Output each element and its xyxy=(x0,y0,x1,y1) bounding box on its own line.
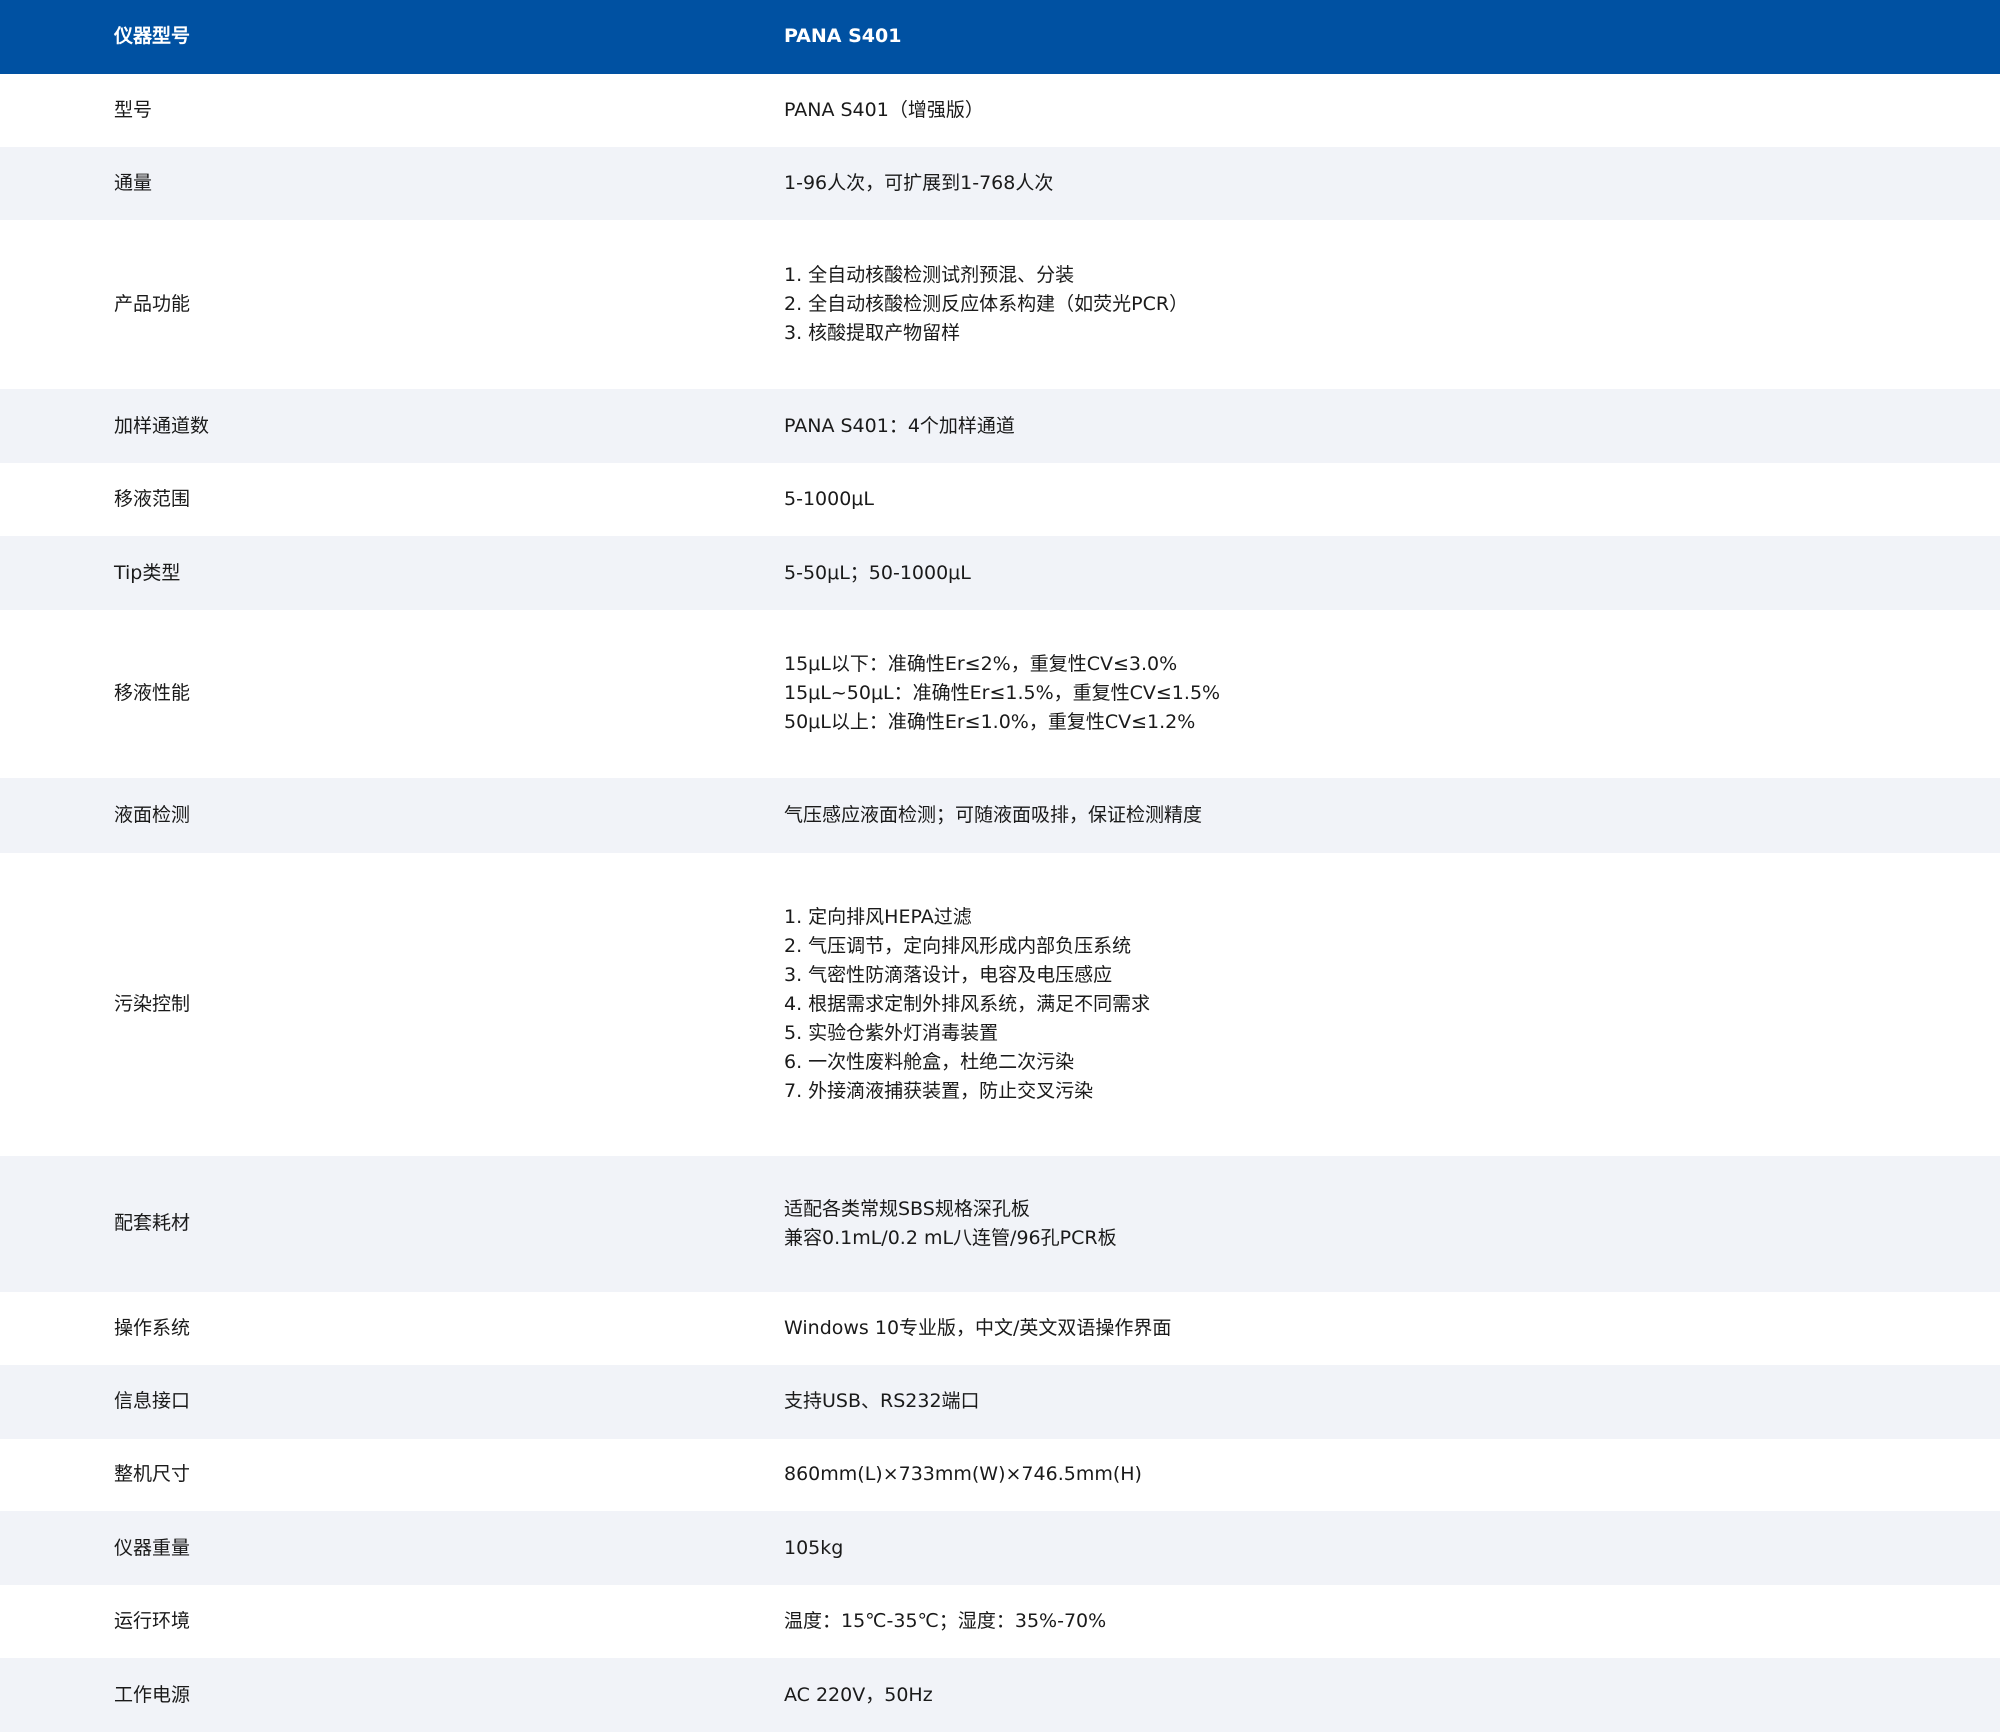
spec-row-channels: 加样通道数 PANA S401：4个加样通道 xyxy=(0,389,2000,464)
spec-value-line: 兼容0.1mL/0.2 mL八连管/96孔PCR板 xyxy=(784,1226,1117,1249)
spec-label: 产品功能 xyxy=(114,292,191,315)
spec-value: 1. 定向排风HEPA过滤 2. 气压调节，定向排风形成内部负压系统 3. 气密… xyxy=(670,903,2000,1106)
spec-value: AC 220V，50Hz xyxy=(670,1681,2000,1710)
spec-label: 整机尺寸 xyxy=(114,1463,191,1486)
spec-label: 仪器重量 xyxy=(114,1536,191,1559)
spec-value: 1. 全自动核酸检测试剂预混、分装 2. 全自动核酸检测反应体系构建（如荧光PC… xyxy=(670,261,2000,348)
table-header-row: 仪器型号 PANA S401 xyxy=(0,0,2000,74)
spec-row-environment: 运行环境 温度：15℃-35℃；湿度：35%-70% xyxy=(0,1585,2000,1659)
spec-value: 适配各类常规SBS规格深孔板 兼容0.1mL/0.2 mL八连管/96孔PCR板 xyxy=(670,1195,2000,1253)
spec-label: 运行环境 xyxy=(114,1610,191,1633)
spec-value: 860mm(L)×733mm(W)×746.5mm(H) xyxy=(670,1460,2000,1489)
spec-value-line: Windows 10专业版，中文/英文双语操作界面 xyxy=(784,1316,1172,1339)
spec-value-line: 1. 定向排风HEPA过滤 xyxy=(784,905,972,928)
spec-row-interfaces: 信息接口 支持USB、RS232端口 xyxy=(0,1364,2000,1439)
spec-label: 信息接口 xyxy=(114,1390,191,1413)
spec-value-line: 温度：15℃-35℃；湿度：35%-70% xyxy=(784,1610,1107,1633)
spec-value-line: 3. 核酸提取产物留样 xyxy=(784,321,961,344)
spec-value: 105kg xyxy=(670,1534,2000,1563)
spec-row-power-supply: 工作电源 AC 220V，50Hz xyxy=(0,1658,2000,1732)
spec-value-line: 1. 全自动核酸检测试剂预混、分装 xyxy=(784,263,1075,286)
spec-label: 通量 xyxy=(114,171,153,194)
spec-label: 移液范围 xyxy=(114,488,191,511)
spec-row-liquid-detection: 液面检测 气压感应液面检测；可随液面吸排，保证检测精度 xyxy=(0,777,2000,853)
spec-value: Windows 10专业版，中文/英文双语操作界面 xyxy=(670,1314,2000,1343)
spec-row-functions: 产品功能 1. 全自动核酸检测试剂预混、分装 2. 全自动核酸检测反应体系构建（… xyxy=(0,219,2000,390)
spec-value-line: 105kg xyxy=(784,1536,844,1559)
spec-table: 仪器型号 PANA S401 型号 PANA S401（增强版） 通量 1-96… xyxy=(0,0,2000,1732)
spec-value-line: 15μL~50μL：准确性Er≤1.5%，重复性CV≤1.5% xyxy=(784,682,1221,705)
spec-label: 移液性能 xyxy=(114,682,191,705)
spec-value: PANA S401：4个加样通道 xyxy=(670,412,2000,441)
spec-row-weight: 仪器重量 105kg xyxy=(0,1511,2000,1586)
spec-value-line: 5. 实验仓紫外灯消毒装置 xyxy=(784,1021,999,1044)
spec-value-line: PANA S401（增强版） xyxy=(784,98,984,121)
spec-row-model: 型号 PANA S401（增强版） xyxy=(0,73,2000,147)
spec-label: 配套耗材 xyxy=(114,1212,191,1235)
spec-value-line: 7. 外接滴液捕获装置，防止交叉污染 xyxy=(784,1079,1094,1102)
spec-row-contamination-control: 污染控制 1. 定向排风HEPA过滤 2. 气压调节，定向排风形成内部负压系统 … xyxy=(0,852,2000,1156)
header-value-cell: PANA S401 xyxy=(784,25,902,48)
spec-row-pipetting-performance: 移液性能 15μL以下：准确性Er≤2%，重复性CV≤3.0% 15μL~50μ… xyxy=(0,609,2000,778)
spec-value-line: 5-50μL；50-1000μL xyxy=(784,561,971,584)
spec-label: 液面检测 xyxy=(114,803,191,826)
spec-value: 5-50μL；50-1000μL xyxy=(670,559,2000,588)
spec-value: 温度：15℃-35℃；湿度：35%-70% xyxy=(670,1607,2000,1636)
spec-row-dimensions: 整机尺寸 860mm(L)×733mm(W)×746.5mm(H) xyxy=(0,1438,2000,1512)
spec-value: 1-96人次，可扩展到1-768人次 xyxy=(670,169,2000,198)
spec-value-line: AC 220V，50Hz xyxy=(784,1683,933,1706)
spec-value-line: 2. 气压调节，定向排风形成内部负压系统 xyxy=(784,934,1132,957)
spec-value-line: 适配各类常规SBS规格深孔板 xyxy=(784,1197,1030,1220)
spec-row-tip-type: Tip类型 5-50μL；50-1000μL xyxy=(0,536,2000,610)
spec-value-line: 4. 根据需求定制外排风系统，满足不同需求 xyxy=(784,992,1151,1015)
spec-label: 工作电源 xyxy=(114,1683,191,1706)
spec-value: 15μL以下：准确性Er≤2%，重复性CV≤3.0% 15μL~50μL：准确性… xyxy=(670,650,2000,737)
spec-value-line: 1-96人次，可扩展到1-768人次 xyxy=(784,171,1054,194)
spec-label: 污染控制 xyxy=(114,992,191,1015)
spec-value-line: 50μL以上：准确性Er≤1.0%，重复性CV≤1.2% xyxy=(784,711,1196,734)
spec-value-line: 15μL以下：准确性Er≤2%，重复性CV≤3.0% xyxy=(784,653,1178,676)
spec-label: Tip类型 xyxy=(114,561,181,584)
spec-value-line: 支持USB、RS232端口 xyxy=(784,1390,980,1413)
spec-label: 加样通道数 xyxy=(114,414,210,437)
spec-label: 操作系统 xyxy=(114,1316,191,1339)
spec-value-line: 3. 气密性防滴落设计，电容及电压感应 xyxy=(784,963,1113,986)
spec-row-throughput: 通量 1-96人次，可扩展到1-768人次 xyxy=(0,146,2000,220)
header-label-cell: 仪器型号 xyxy=(114,25,191,48)
spec-row-pipetting-range: 移液范围 5-1000μL xyxy=(0,463,2000,537)
spec-value: 气压感应液面检测；可随液面吸排，保证检测精度 xyxy=(670,801,2000,830)
spec-value-line: PANA S401：4个加样通道 xyxy=(784,414,1015,437)
spec-value-line: 860mm(L)×733mm(W)×746.5mm(H) xyxy=(784,1463,1142,1486)
spec-value-line: 6. 一次性废料舱盒，杜绝二次污染 xyxy=(784,1050,1075,1073)
spec-label: 型号 xyxy=(114,98,153,121)
spec-value-line: 气压感应液面检测；可随液面吸排，保证检测精度 xyxy=(784,803,1203,826)
spec-value-line: 2. 全自动核酸检测反应体系构建（如荧光PCR） xyxy=(784,292,1189,315)
spec-value: 5-1000μL xyxy=(670,485,2000,514)
spec-row-consumables: 配套耗材 适配各类常规SBS规格深孔板 兼容0.1mL/0.2 mL八连管/96… xyxy=(0,1156,2000,1292)
spec-value: 支持USB、RS232端口 xyxy=(670,1387,2000,1416)
spec-value: PANA S401（增强版） xyxy=(670,96,2000,125)
spec-value-line: 5-1000μL xyxy=(784,488,874,511)
spec-row-operating-system: 操作系统 Windows 10专业版，中文/英文双语操作界面 xyxy=(0,1291,2000,1365)
